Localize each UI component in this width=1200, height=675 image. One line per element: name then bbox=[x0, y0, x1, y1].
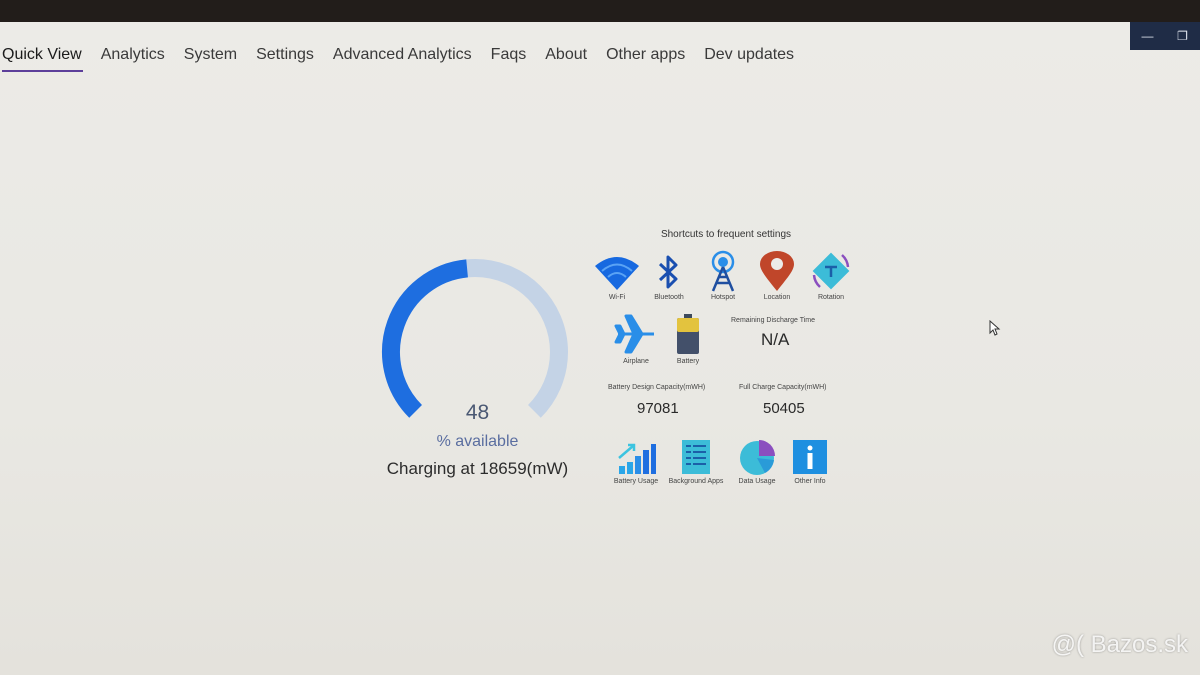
tab-faqs[interactable]: Faqs bbox=[481, 40, 536, 72]
mouse-cursor-icon bbox=[989, 320, 1001, 336]
shortcut-hotspot[interactable]: Hotspot bbox=[693, 250, 753, 301]
shortcut-label: Other Info bbox=[794, 478, 826, 485]
shortcut-bluetooth[interactable]: Bluetooth bbox=[639, 252, 699, 301]
remaining-discharge-value: N/A bbox=[761, 330, 790, 349]
location-pin-icon bbox=[760, 251, 794, 291]
window-controls: — ❐ bbox=[1130, 22, 1200, 50]
watermark: @( Bazos.sk bbox=[1051, 631, 1188, 658]
battery-gauge bbox=[382, 259, 568, 418]
info-icon bbox=[793, 440, 827, 474]
shortcut-rotation[interactable]: Rotation bbox=[801, 250, 861, 301]
shortcut-data-usage[interactable]: Data Usage bbox=[727, 438, 787, 485]
restore-button[interactable]: ❐ bbox=[1173, 29, 1193, 43]
tab-analytics[interactable]: Analytics bbox=[91, 40, 174, 72]
design-capacity-value: 97081 bbox=[637, 400, 679, 417]
tab-bar: Quick View Analytics System Settings Adv… bbox=[0, 40, 803, 72]
shortcut-label: Hotspot bbox=[710, 294, 736, 301]
app-window: — ❐ Quick View Analytics System Settings… bbox=[0, 22, 1200, 675]
battery-icon bbox=[677, 314, 699, 354]
airplane-icon bbox=[614, 314, 654, 354]
tab-advanced-analytics[interactable]: Advanced Analytics bbox=[323, 40, 481, 72]
pie-chart-icon bbox=[740, 440, 775, 475]
charging-status: Charging at 18659(mW) bbox=[386, 459, 569, 478]
hotspot-icon bbox=[711, 250, 735, 292]
monitor-bezel bbox=[0, 0, 1200, 22]
wifi-icon bbox=[595, 257, 639, 290]
shortcut-wifi[interactable]: Wi-Fi bbox=[587, 252, 647, 301]
shortcut-label: Data Usage bbox=[738, 478, 776, 485]
full-charge-label: Full Charge Capacity(mWH) bbox=[739, 384, 827, 391]
shortcut-label: Airplane bbox=[623, 358, 649, 365]
tab-other-apps[interactable]: Other apps bbox=[596, 40, 694, 72]
shortcut-label: Battery Usage bbox=[613, 478, 659, 485]
tab-dev-updates[interactable]: Dev updates bbox=[694, 40, 803, 72]
shortcut-battery[interactable]: Battery bbox=[658, 312, 718, 365]
bar-chart-icon bbox=[618, 443, 656, 474]
rotation-icon bbox=[812, 252, 850, 290]
shortcut-airplane[interactable]: Airplane bbox=[606, 312, 666, 365]
shortcut-location[interactable]: Location bbox=[747, 250, 807, 301]
shortcut-label: Battery bbox=[676, 358, 700, 365]
shortcut-other-info[interactable]: Other Info bbox=[780, 438, 840, 485]
full-charge-value: 50405 bbox=[763, 400, 805, 417]
tab-quick-view[interactable]: Quick View bbox=[0, 40, 91, 72]
shortcut-label: Wi-Fi bbox=[608, 294, 626, 301]
shortcut-label: Background Apps bbox=[668, 478, 724, 485]
battery-percent-label: % available bbox=[436, 433, 519, 450]
shortcut-label: Location bbox=[763, 294, 791, 301]
shortcut-label: Bluetooth bbox=[654, 294, 684, 301]
shortcut-background-apps[interactable]: Background Apps bbox=[666, 438, 726, 485]
design-capacity-label: Battery Design Capacity(mWH) bbox=[608, 384, 706, 391]
shortcut-label: Rotation bbox=[817, 294, 845, 301]
minimize-button[interactable]: — bbox=[1138, 29, 1158, 43]
shortcut-battery-usage[interactable]: Battery Usage bbox=[606, 440, 666, 485]
tab-system[interactable]: System bbox=[174, 40, 246, 72]
battery-percent-value: 48 bbox=[465, 401, 490, 424]
shortcuts-title: Shortcuts to frequent settings bbox=[660, 229, 792, 240]
tab-about[interactable]: About bbox=[535, 40, 596, 72]
gauge-fill bbox=[382, 259, 469, 418]
bluetooth-icon bbox=[658, 255, 678, 289]
remaining-discharge-label: Remaining Discharge Time bbox=[731, 317, 816, 324]
tab-settings[interactable]: Settings bbox=[246, 40, 323, 72]
app-list-icon bbox=[682, 440, 710, 474]
